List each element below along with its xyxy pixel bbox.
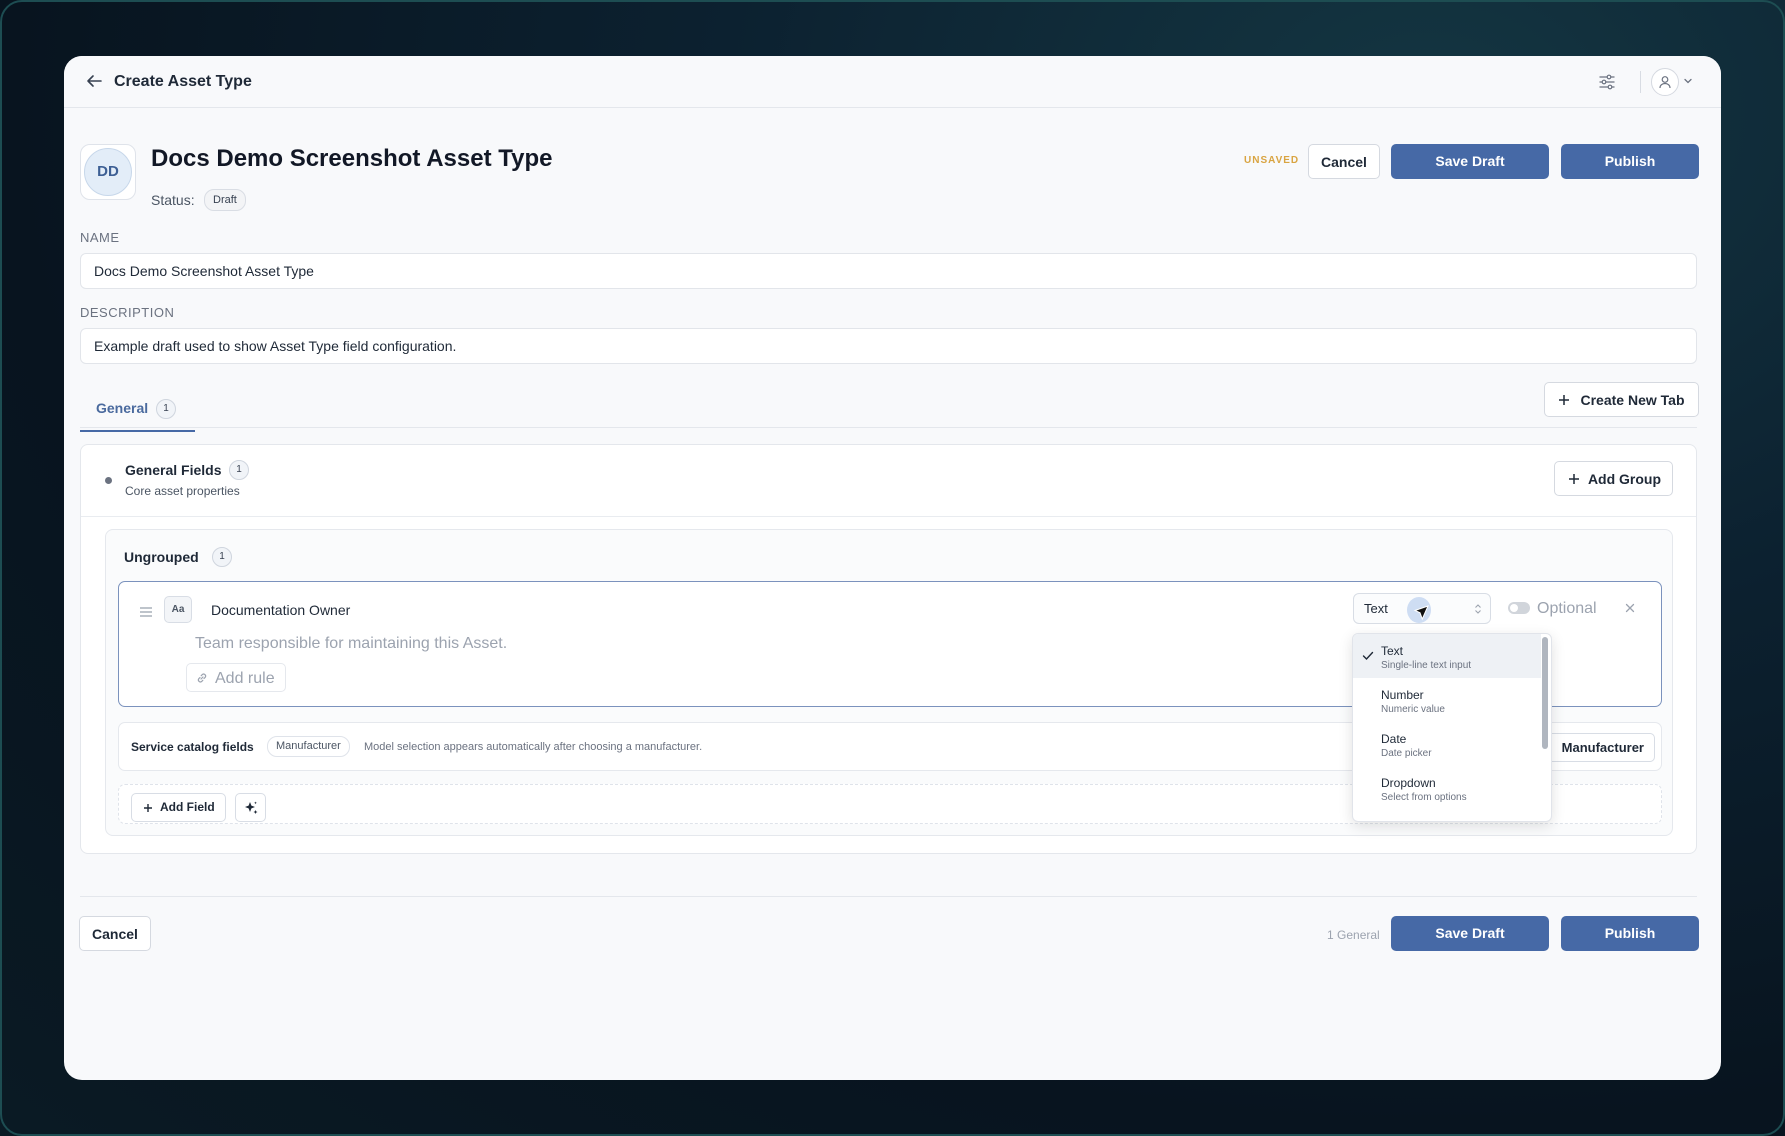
field-description-input[interactable]: Team responsible for maintaining this As… (195, 635, 507, 653)
save-draft-button[interactable]: Save Draft (1391, 144, 1549, 179)
ungrouped-count: 1 (212, 547, 232, 567)
avatar-initials: DD (84, 148, 132, 196)
filter-icon[interactable] (1597, 72, 1617, 92)
updown-chevron-icon (1475, 604, 1481, 614)
section-divider (81, 516, 1696, 517)
drag-handle-icon[interactable] (139, 606, 153, 618)
service-catalog-title: Service catalog fields (131, 740, 254, 754)
asset-title: Docs Demo Screenshot Asset Type (151, 145, 553, 172)
add-rule-label: Add rule (215, 670, 275, 687)
add-field-label: Add Field (160, 800, 215, 814)
dropdown-option-number[interactable]: Number Numeric value (1353, 678, 1541, 722)
plus-icon (144, 804, 152, 812)
field-type-value: Text (1364, 601, 1388, 616)
plus-icon (1569, 474, 1579, 484)
tab-general-count: 1 (156, 399, 176, 419)
plus-icon (1559, 395, 1569, 405)
option-name: Number (1381, 688, 1424, 702)
footer-cancel-button[interactable]: Cancel (79, 916, 151, 951)
check-icon (1362, 651, 1374, 661)
service-catalog-description: Model selection appears automatically af… (364, 741, 703, 753)
option-description: Single-line text input (1381, 660, 1472, 671)
close-icon[interactable] (1624, 602, 1636, 614)
add-group-button[interactable]: Add Group (1554, 461, 1673, 496)
option-description: Date picker (1381, 748, 1432, 759)
option-name: Dropdown (1381, 776, 1436, 790)
section-title: General Fields (125, 462, 222, 478)
cursor-icon (1413, 605, 1429, 621)
user-menu-avatar[interactable] (1651, 68, 1679, 96)
add-manufacturer-button[interactable]: Manufacturer (1543, 733, 1655, 762)
section-count: 1 (229, 460, 249, 480)
option-description: Select from options (1381, 792, 1467, 803)
add-field-button[interactable]: Add Field (131, 793, 226, 822)
dropdown-option-text[interactable]: Text Single-line text input (1353, 634, 1541, 678)
name-input[interactable]: Docs Demo Screenshot Asset Type (80, 253, 1697, 289)
option-name: Text (1381, 644, 1404, 658)
optional-toggle[interactable] (1508, 602, 1530, 614)
dropdown-option-date[interactable]: Date Date picker (1353, 722, 1541, 766)
section-subtitle: Core asset properties (125, 484, 240, 498)
field-type-dropdown: Text Single-line text input Number Numer… (1352, 633, 1552, 822)
create-new-tab-button[interactable]: Create New Tab (1544, 382, 1699, 417)
footer-tab-count: 1 General (1327, 928, 1380, 942)
name-label: NAME (80, 230, 120, 245)
tab-general[interactable]: General 1 (80, 390, 195, 432)
description-label: DESCRIPTION (80, 305, 175, 320)
unsaved-indicator: UNSAVED (1244, 155, 1300, 166)
dropdown-option-dropdown[interactable]: Dropdown Select from options (1353, 766, 1541, 810)
publish-button[interactable]: Publish (1561, 144, 1699, 179)
sparkle-icon (245, 801, 258, 814)
ai-suggest-button[interactable] (235, 793, 266, 822)
top-bar: Create Asset Type (64, 56, 1721, 108)
top-divider (1640, 71, 1641, 93)
link-icon (197, 673, 207, 683)
create-new-tab-label: Create New Tab (1580, 392, 1685, 408)
tab-general-label: General (96, 400, 149, 416)
add-group-label: Add Group (1587, 471, 1662, 487)
footer-publish-button[interactable]: Publish (1561, 916, 1699, 951)
description-input[interactable]: Example draft used to show Asset Type fi… (80, 328, 1697, 364)
user-icon (1659, 76, 1671, 89)
status-badge: Draft (204, 189, 246, 211)
text-type-icon: Aa (164, 596, 192, 623)
manufacturer-badge: Manufacturer (267, 736, 350, 757)
chevron-down-icon[interactable] (1683, 76, 1693, 86)
status-label: Status: (151, 192, 195, 208)
option-name: Date (1381, 732, 1407, 746)
tabs-divider (80, 427, 1697, 428)
page-title: Create Asset Type (114, 73, 252, 90)
asset-avatar: DD (80, 144, 136, 200)
section-dot (105, 477, 112, 484)
field-name-input[interactable]: Documentation Owner (211, 602, 350, 618)
app-window: Create Asset Type DD Docs Demo Screensho… (64, 56, 1721, 1080)
option-description: Numeric value (1381, 704, 1445, 715)
footer-divider (80, 896, 1697, 897)
ungrouped-title: Ungrouped (124, 549, 199, 565)
footer-save-draft-button[interactable]: Save Draft (1391, 916, 1549, 951)
cancel-button[interactable]: Cancel (1308, 144, 1380, 179)
back-arrow-icon[interactable] (84, 71, 104, 91)
dropdown-scrollbar[interactable] (1542, 637, 1548, 749)
add-rule-button[interactable]: Add rule (186, 663, 286, 692)
optional-label: Optional (1537, 600, 1597, 617)
